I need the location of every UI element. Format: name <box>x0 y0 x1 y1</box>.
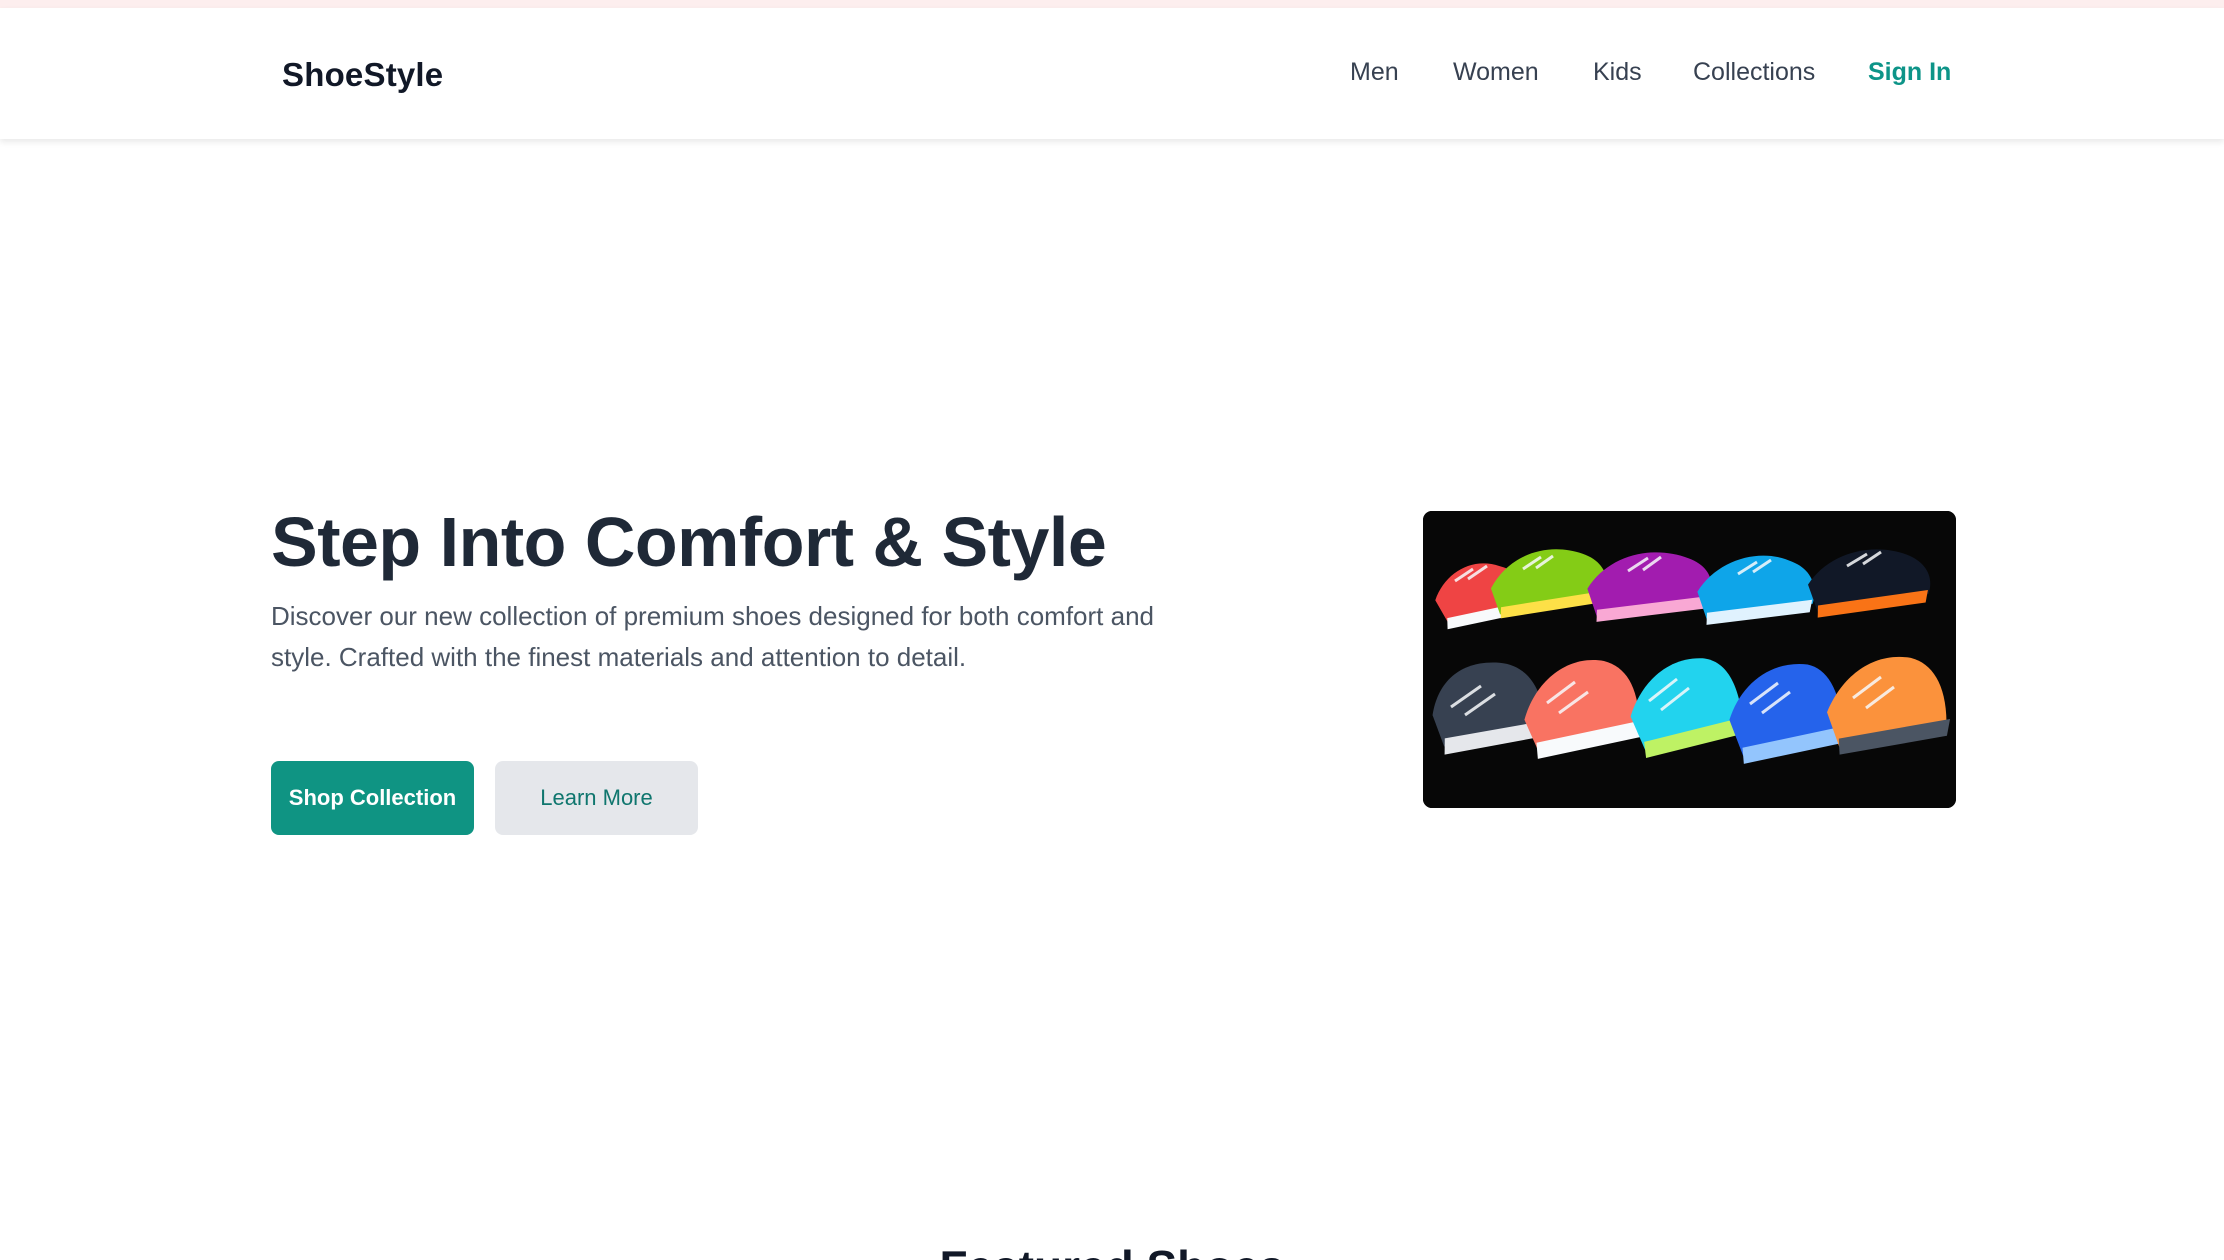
nav-link-kids[interactable]: Kids <box>1593 58 1642 87</box>
page: ShoeStyle Men Women Kids Collections Sig… <box>0 0 2224 1260</box>
nav-link-women[interactable]: Women <box>1453 58 1539 87</box>
hero-title: Step Into Comfort & Style <box>271 503 1107 581</box>
nav-link-men[interactable]: Men <box>1350 58 1399 87</box>
top-accent-bar <box>0 0 2224 8</box>
hero-description: Discover our new collection of premium s… <box>271 601 1154 672</box>
hero-shoes-image <box>1423 511 1956 808</box>
running-shoes-illustration <box>1423 511 1956 808</box>
featured-section-title: Featured Shoes <box>0 1240 2224 1260</box>
navbar: ShoeStyle Men Women Kids Collections Sig… <box>0 8 2224 139</box>
shop-collection-button[interactable]: Shop Collection <box>271 761 474 835</box>
primary-navigation: Men Women Kids Collections Sign In <box>0 58 2224 98</box>
nav-link-collections[interactable]: Collections <box>1693 58 1815 87</box>
learn-more-button[interactable]: Learn More <box>495 761 698 835</box>
sign-in-link[interactable]: Sign In <box>1868 58 1951 87</box>
